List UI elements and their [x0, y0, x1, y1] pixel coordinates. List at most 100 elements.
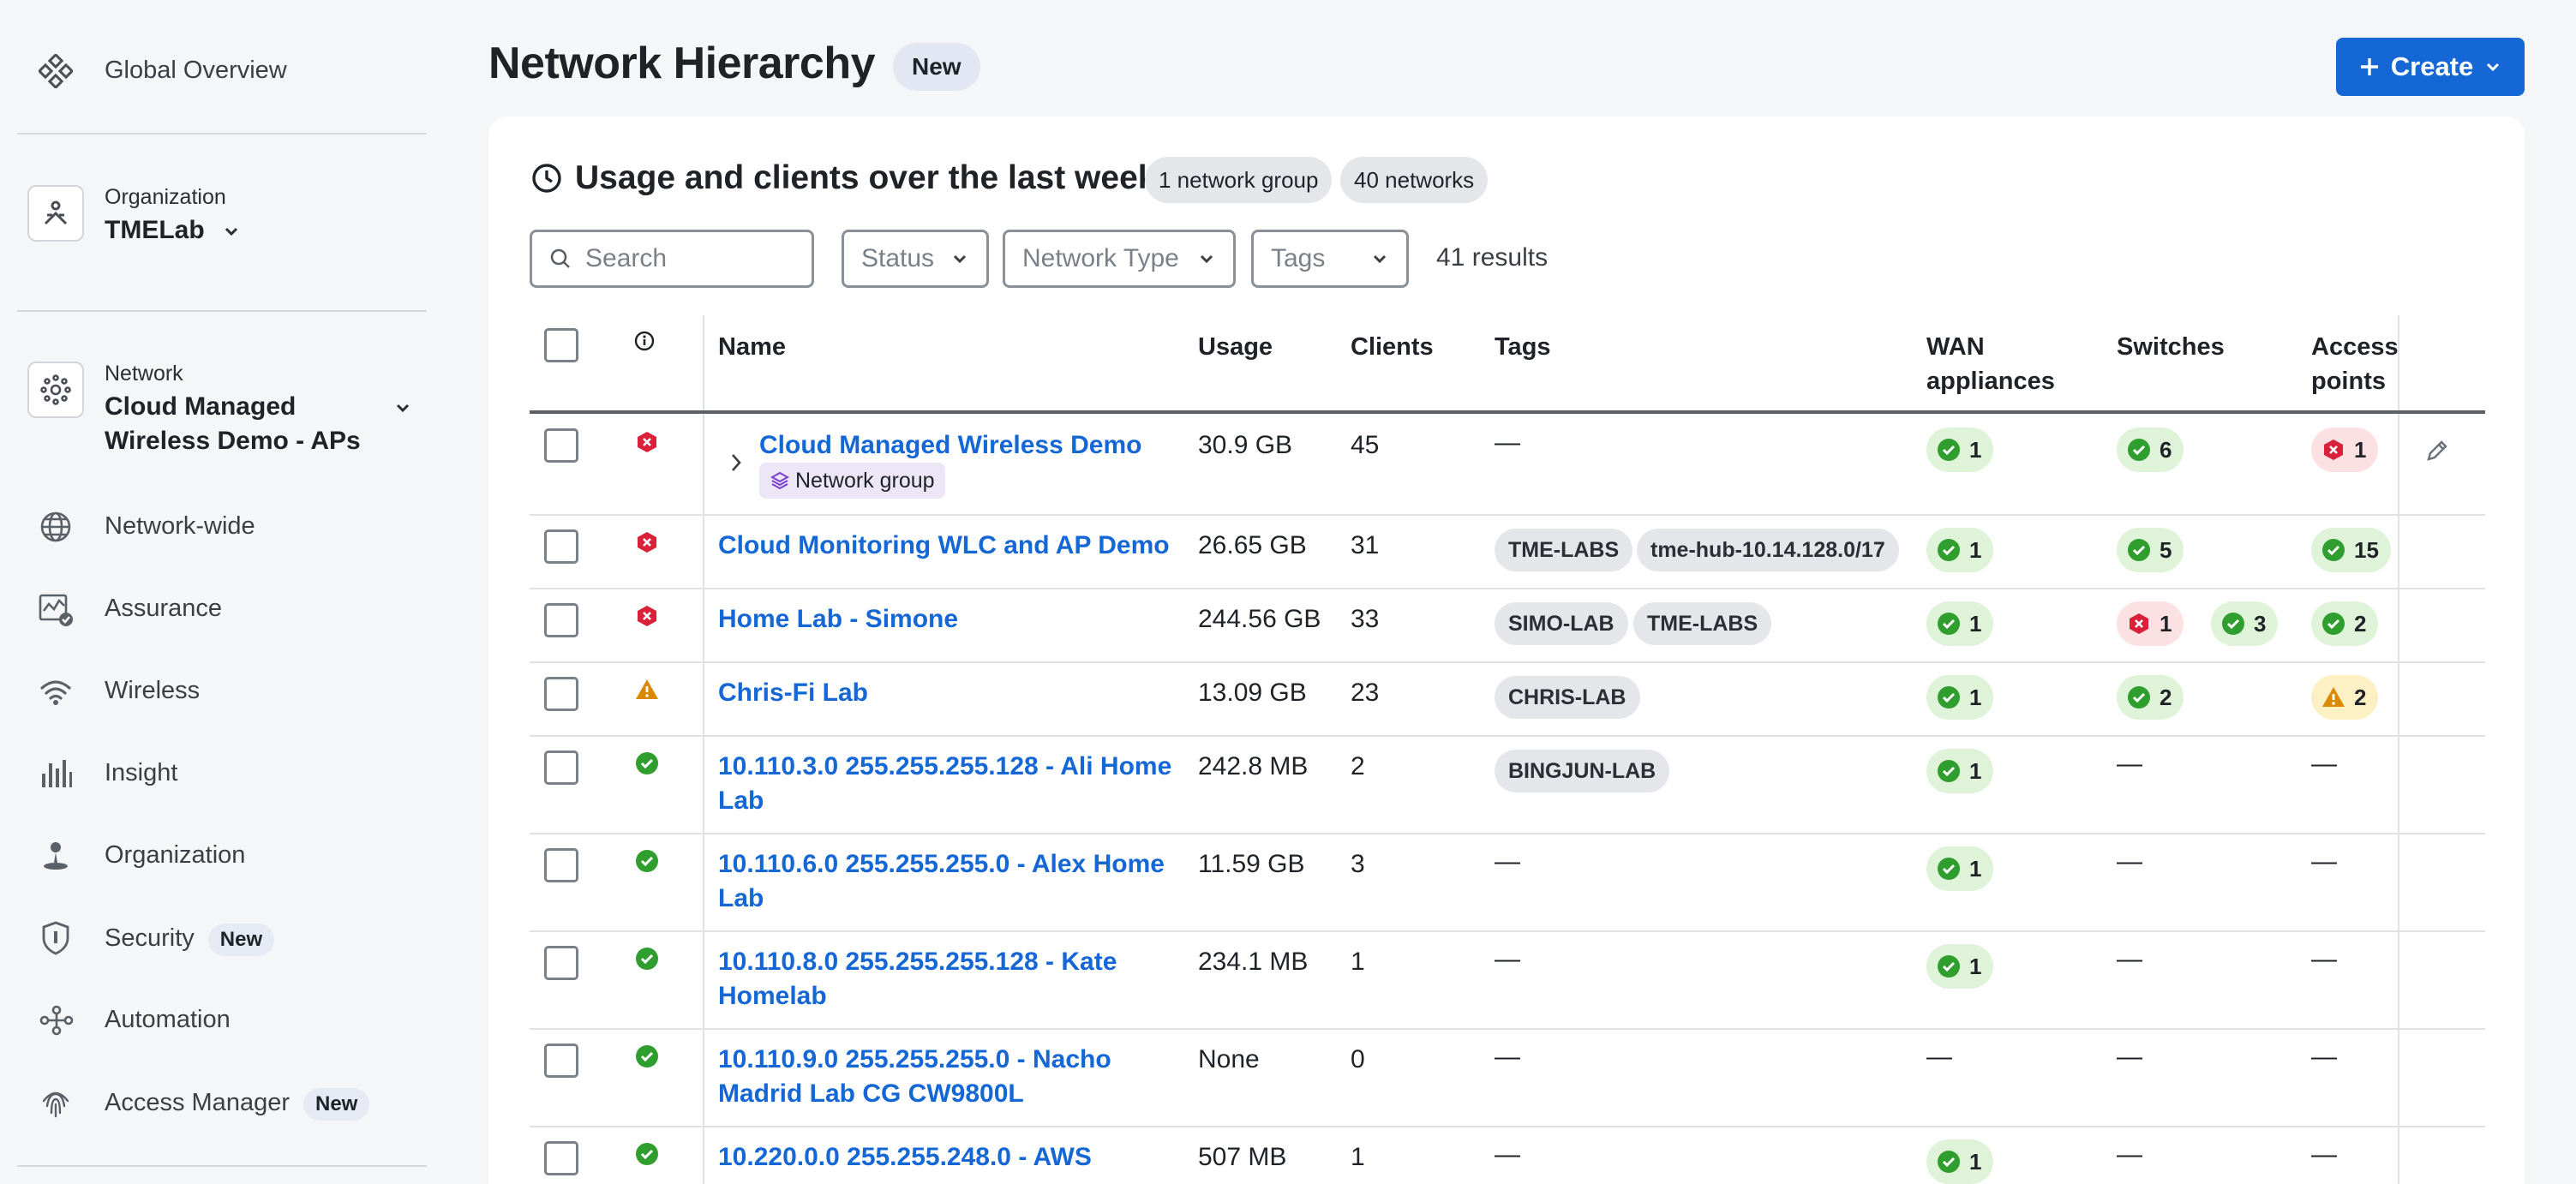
row-divider — [530, 930, 2485, 932]
check-circle-icon — [1938, 686, 1960, 709]
usage-cell: 507 MB — [1198, 1143, 1287, 1171]
tag-chip[interactable]: TME-LABS — [1633, 602, 1772, 645]
row-checkbox[interactable] — [544, 428, 578, 463]
sidebar: Global Overview Organization TMELab Netw… — [0, 0, 444, 1184]
status-ok-icon — [636, 850, 658, 872]
wan-status-badge: 1 — [1926, 846, 1994, 891]
tag-chip[interactable]: BINGJUN-LAB — [1495, 750, 1670, 792]
global-overview-link[interactable]: Global Overview — [105, 57, 287, 85]
select-all-checkbox[interactable] — [544, 328, 578, 362]
header-tags[interactable]: Tags — [1495, 330, 1551, 364]
network-switcher-icon — [27, 362, 84, 418]
check-circle-icon — [2322, 613, 2345, 635]
network-name-link[interactable]: Cloud Managed Wireless Demo — [759, 428, 1222, 463]
fingerprint-icon — [34, 1081, 77, 1124]
sidebar-divider — [17, 310, 427, 312]
network-value-line2[interactable]: Wireless Demo - APs — [105, 424, 361, 458]
empty-wan: — — [1926, 1043, 1952, 1071]
empty-switches: — — [2117, 847, 2142, 876]
nav-security[interactable]: Security New — [105, 924, 275, 956]
clients-cell: 3 — [1351, 850, 1365, 878]
card-title: Usage and clients over the last week — [530, 159, 1156, 197]
row-checkbox[interactable] — [544, 677, 578, 711]
row-checkbox[interactable] — [544, 603, 578, 637]
global-overview-icon — [34, 50, 77, 93]
header-name[interactable]: Name — [718, 330, 786, 364]
network-name-link-line1[interactable]: 10.110.3.0 255.255.255.128 - Ali Home — [718, 750, 1181, 784]
title-new-badge: New — [893, 43, 980, 91]
organization-switcher-icon — [27, 185, 84, 242]
expand-chevron-icon[interactable] — [727, 450, 746, 475]
search-input[interactable]: Search — [530, 230, 814, 288]
edit-pencil-icon[interactable] — [2423, 437, 2451, 464]
ap-error-count: 1 — [2354, 436, 2367, 463]
empty-switches: — — [2117, 945, 2142, 973]
chevron-down-icon[interactable] — [393, 398, 412, 417]
status-ok-icon — [636, 752, 658, 774]
header-divider — [530, 410, 2485, 414]
row-checkbox[interactable] — [544, 946, 578, 980]
tag-chip[interactable]: CHRIS-LAB — [1495, 676, 1640, 719]
row-divider — [530, 735, 2485, 737]
network-name-link-line2[interactable]: Madrid Lab CG CW9800L — [718, 1077, 1181, 1111]
wan-status-badge: 1 — [1926, 528, 1994, 572]
nav-automation[interactable]: Automation — [105, 1006, 231, 1034]
network-value-line1[interactable]: Cloud Managed — [105, 390, 296, 424]
network-group-label: Network group — [795, 468, 935, 493]
header-usage[interactable]: Usage — [1198, 330, 1273, 364]
info-icon[interactable] — [633, 330, 656, 352]
empty-switches: — — [2117, 1043, 2142, 1071]
status-filter[interactable]: Status — [842, 230, 989, 288]
network-name-link-line2[interactable]: Homelab — [718, 979, 1181, 1014]
nav-network-wide[interactable]: Network-wide — [105, 512, 255, 541]
header-wan-line1[interactable]: WAN — [1926, 330, 1985, 364]
network-name-link[interactable]: Chris-Fi Lab — [718, 676, 1181, 710]
network-name-link-line2[interactable]: Lab — [718, 882, 1181, 916]
usage-cell: 26.65 GB — [1198, 531, 1307, 559]
tags-filter[interactable]: Tags — [1251, 230, 1409, 288]
header-ap-line2[interactable]: points — [2311, 364, 2386, 398]
sidebar-divider — [17, 133, 427, 135]
check-circle-icon — [2128, 539, 2150, 561]
network-name-link[interactable]: Home Lab - Simone — [718, 602, 1181, 637]
row-checkbox[interactable] — [544, 529, 578, 564]
ap-warning-count: 2 — [2354, 684, 2367, 710]
header-ap-line1[interactable]: Access — [2311, 330, 2399, 364]
nav-assurance[interactable]: Assurance — [105, 595, 222, 623]
tag-chip[interactable]: SIMO-LAB — [1495, 602, 1628, 645]
empty-tags: — — [1495, 847, 1520, 876]
nav-organization[interactable]: Organization — [105, 841, 245, 870]
network-name-link-line2[interactable]: Lab — [718, 784, 1181, 818]
network-name-link-line1[interactable]: 10.110.8.0 255.255.255.128 - Kate — [718, 945, 1181, 979]
network-caption: Network — [105, 362, 183, 386]
row-checkbox[interactable] — [544, 848, 578, 882]
clients-cell: 0 — [1351, 1045, 1365, 1073]
nav-access-manager[interactable]: Access Manager New — [105, 1088, 370, 1121]
wan-count: 1 — [1969, 1148, 1982, 1175]
row-divider — [530, 833, 2485, 834]
switch-ok-count: 2 — [2160, 684, 2172, 710]
nav-wireless[interactable]: Wireless — [105, 677, 200, 705]
check-circle-icon — [1938, 539, 1960, 561]
row-checkbox[interactable] — [544, 1043, 578, 1078]
create-button[interactable]: Create — [2336, 38, 2525, 96]
network-name-link-line1[interactable]: 10.220.0.0 255.255.248.0 - AWS — [718, 1140, 1181, 1175]
network-name-link[interactable]: Cloud Monitoring WLC and AP Demo — [718, 529, 1181, 563]
switch-error-badge: 1 — [2117, 601, 2184, 646]
header-clients[interactable]: Clients — [1351, 330, 1434, 364]
row-checkbox[interactable] — [544, 750, 578, 785]
network-name-link-line1[interactable]: 10.110.9.0 255.255.255.0 - Nacho — [718, 1043, 1181, 1077]
organization-selector[interactable]: TMELab — [105, 213, 241, 248]
nav-insight[interactable]: Insight — [105, 759, 177, 787]
network-type-filter[interactable]: Network Type — [1003, 230, 1236, 288]
tag-chip[interactable]: tme-hub-10.14.128.0/17 — [1637, 529, 1899, 571]
header-wan-line2[interactable]: appliances — [1926, 364, 2055, 398]
network-name-link-line1[interactable]: 10.110.6.0 255.255.255.0 - Alex Home — [718, 847, 1181, 882]
page-title: Network Hierarchy — [488, 39, 876, 88]
header-switches[interactable]: Switches — [2117, 330, 2225, 364]
row-checkbox[interactable] — [544, 1141, 578, 1175]
error-hex-icon — [2130, 613, 2148, 634]
usage-cell: 11.59 GB — [1198, 850, 1305, 878]
tag-chip[interactable]: TME-LABS — [1495, 529, 1633, 571]
clients-cell: 1 — [1351, 948, 1365, 976]
